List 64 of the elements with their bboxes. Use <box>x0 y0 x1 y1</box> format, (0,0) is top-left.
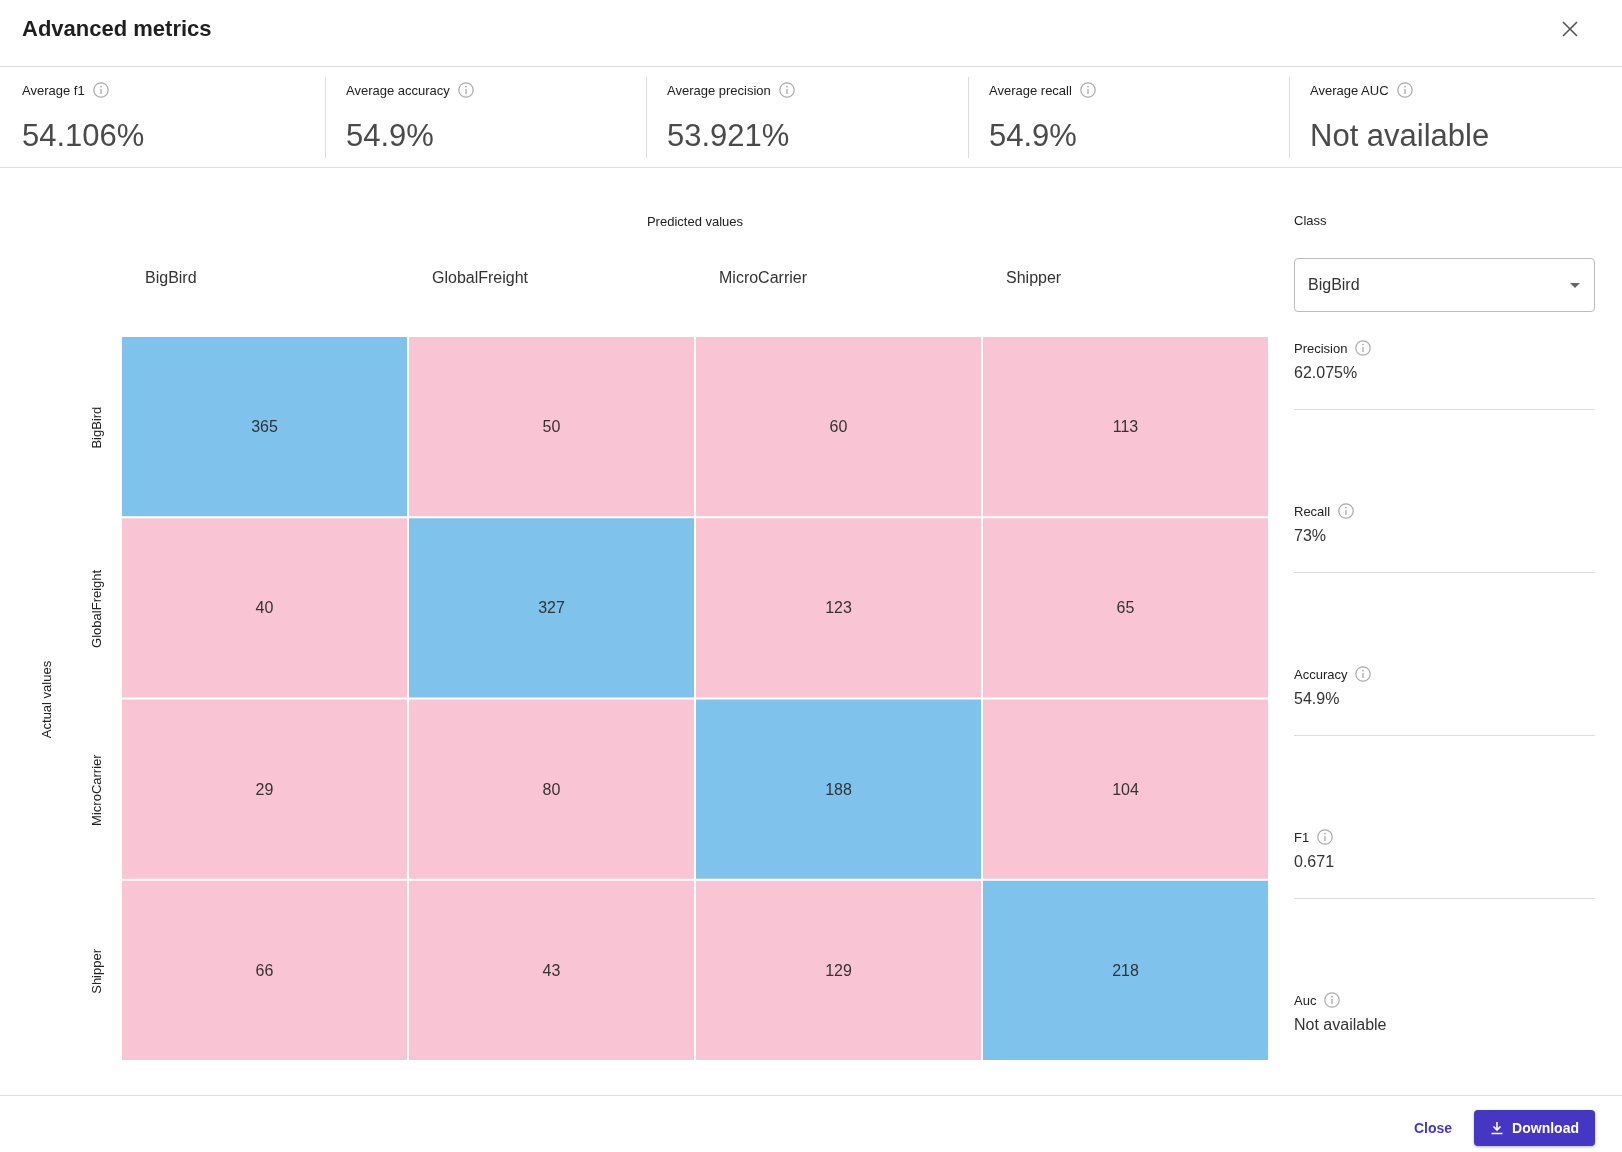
column-label: Shipper <box>1006 268 1062 286</box>
cell-value: 104 <box>1112 780 1139 798</box>
info-icon <box>1396 82 1413 98</box>
axis-title: Predicted values <box>646 213 744 229</box>
column-label: GlobalFreight <box>432 268 529 286</box>
cell-value: 123 <box>825 599 852 617</box>
column-label: MicroCarrier <box>719 268 807 286</box>
caret-icon <box>1570 282 1580 288</box>
close-icon <box>1562 21 1578 37</box>
metric-label: Average AUC <box>1310 82 1389 98</box>
class-select[interactable]: BigBird <box>1294 258 1595 312</box>
cell-value: 218 <box>1112 961 1139 979</box>
cell-value: 29 <box>255 780 274 798</box>
info-icon <box>1317 829 1334 845</box>
metric-value: Not available <box>1310 118 1490 153</box>
metric-label: Recall <box>1294 503 1331 519</box>
metric-value: 53.921% <box>667 118 790 153</box>
info-icon <box>778 82 795 98</box>
info-icon <box>1338 503 1355 519</box>
info-icon <box>1324 992 1341 1008</box>
cell-value: 129 <box>825 961 852 979</box>
metric-label: Average f1 <box>22 82 85 98</box>
metric-label: Average accuracy <box>346 82 450 98</box>
info-icon <box>457 82 474 98</box>
cell-value: 365 <box>251 418 278 436</box>
info-icon <box>1355 340 1372 356</box>
download-button[interactable]: Download <box>1474 1110 1595 1146</box>
info-icon <box>1079 82 1096 98</box>
class-label: Class <box>1294 213 1327 228</box>
cell-value: 113 <box>1112 418 1139 436</box>
row-label: MicroCarrier <box>88 754 104 826</box>
close-button[interactable]: Close <box>1408 1112 1459 1144</box>
cell-value: 66 <box>255 961 274 979</box>
cell-value: 327 <box>538 599 565 617</box>
cell-value: 65 <box>1116 599 1135 617</box>
cell-value: 43 <box>542 961 561 979</box>
metric-label: Precision <box>1294 340 1348 356</box>
cell-value: 188 <box>825 780 852 798</box>
info-icon <box>1355 666 1372 682</box>
cell-value: 60 <box>829 418 848 436</box>
metric-value: 0.671 <box>1294 853 1335 870</box>
cell-value: 40 <box>255 599 274 617</box>
metric-value: 54.106% <box>22 118 145 153</box>
column-label: BigBird <box>145 268 197 286</box>
metric-value: 73% <box>1294 527 1327 544</box>
download-icon <box>1490 1121 1505 1135</box>
metric-label: F1 <box>1294 829 1310 845</box>
metric-value: 54.9% <box>346 118 434 153</box>
metric-label: Average precision <box>667 82 771 98</box>
row-label: Shipper <box>88 948 104 994</box>
metric-value: 54.9% <box>989 118 1077 153</box>
cell-value: 50 <box>542 418 561 436</box>
axis-title: Actual values <box>38 660 54 739</box>
row-label: BigBird <box>88 406 104 449</box>
metric-label: Auc <box>1294 992 1317 1008</box>
row-label: GlobalFreight <box>88 569 104 648</box>
metric-value: 54.9% <box>1294 690 1340 707</box>
metric-label: Average recall <box>989 82 1072 98</box>
dialog-title: Advanced metrics <box>22 15 212 43</box>
metric-value: 62.075% <box>1294 364 1358 381</box>
metric-value: Not available <box>1294 1016 1387 1033</box>
cell-value: 80 <box>542 780 561 798</box>
info-icon <box>92 82 109 98</box>
metric-label: Accuracy <box>1294 666 1348 682</box>
